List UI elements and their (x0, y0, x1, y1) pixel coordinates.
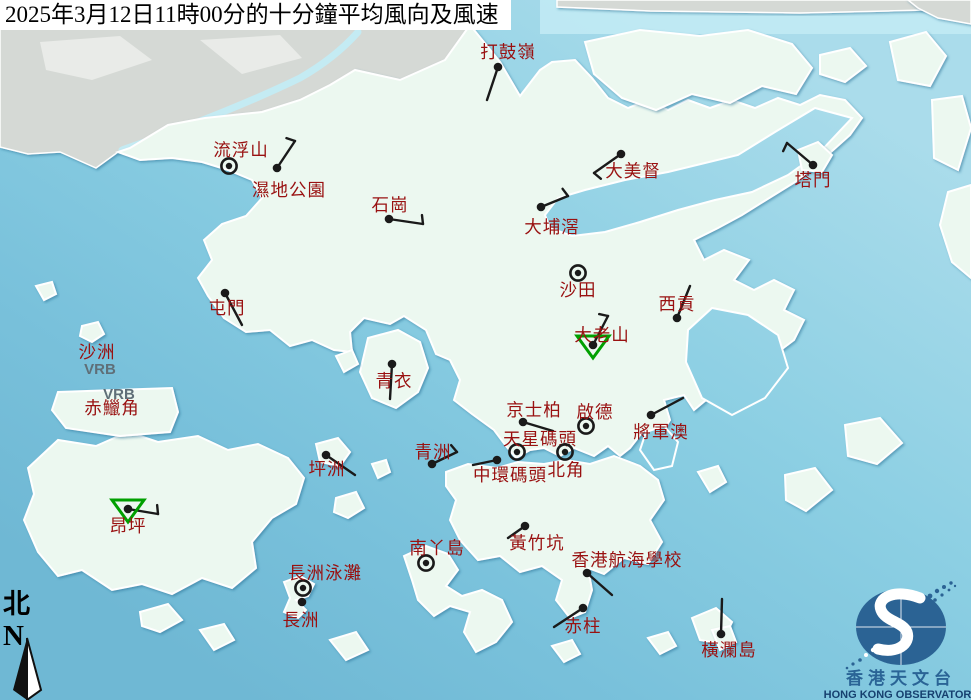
station-dot (583, 423, 589, 429)
station-dot (124, 505, 133, 514)
wind-barb-tick (422, 215, 423, 224)
station-label: 北角 (548, 460, 585, 480)
wind-barb-tick (157, 505, 158, 514)
station-label: 昂坪 (110, 516, 147, 536)
station-dot (647, 411, 656, 420)
station-label: 黃竹坑 (509, 533, 565, 553)
station-label: 啟德 (577, 402, 614, 422)
station-label: 大美督 (605, 161, 661, 181)
station-label: 長洲泳灘 (288, 563, 362, 583)
map-title: 2025年3月12日11時00分的十分鐘平均風向及風速 (0, 0, 511, 30)
station-dot (493, 456, 502, 465)
vrb-label: VRB (84, 361, 116, 378)
station-dot (298, 598, 307, 607)
station-dot (423, 560, 429, 566)
station-dot (514, 449, 520, 455)
station-沙洲[interactable]: 沙洲VRB (79, 342, 117, 378)
station-label: 打鼓嶺 (480, 42, 536, 62)
station-label: 沙洲 (79, 342, 116, 362)
station-dot (562, 449, 568, 455)
station-label: 橫瀾島 (701, 640, 757, 660)
station-dot (322, 451, 331, 460)
hko-name-zh: 香港天文台 (846, 668, 956, 688)
compass-zh-label: 北 (3, 589, 30, 619)
station-dot (273, 164, 282, 173)
station-label: 天星碼頭 (503, 429, 577, 449)
station-label: 沙田 (560, 280, 597, 300)
wind-map-page: 打鼓嶺流浮山濕地公園大美督塔門石崗大埔滘沙田西貢大老山屯門沙洲VRB赤鱲角VRB… (0, 0, 971, 700)
station-dot (385, 215, 394, 224)
station-dot (226, 163, 232, 169)
station-label: 青洲 (415, 442, 452, 462)
station-label: 西貢 (659, 294, 696, 314)
station-label: 大埔滘 (524, 217, 580, 237)
station-dot (388, 360, 397, 369)
station-dot (579, 604, 588, 613)
station-label: 青衣 (376, 371, 413, 391)
station-dot (521, 522, 530, 531)
station-dot (221, 289, 230, 298)
hk-wind-map: 打鼓嶺流浮山濕地公園大美督塔門石崗大埔滘沙田西貢大老山屯門沙洲VRB赤鱲角VRB… (0, 0, 971, 700)
station-label: 長洲 (283, 610, 320, 630)
station-label: 坪洲 (309, 459, 346, 479)
station-dot (717, 630, 726, 639)
station-dot (300, 585, 306, 591)
station-label: 京士柏 (506, 400, 562, 420)
station-label: 流浮山 (213, 140, 269, 160)
station-dot (575, 270, 581, 276)
station-dot (673, 314, 682, 323)
station-label: 香港航海學校 (572, 550, 683, 570)
station-label: 塔門 (795, 170, 832, 190)
station-label: 將軍澳 (633, 422, 689, 442)
wind-barb-shaft (721, 599, 722, 634)
station-label: 濕地公園 (252, 180, 326, 200)
station-dot (537, 203, 546, 212)
station-label: 石崗 (372, 195, 409, 215)
vrb-label: VRB (103, 386, 135, 403)
station-label: 赤柱 (565, 616, 602, 636)
station-dot (617, 150, 626, 159)
compass-n-label: N (3, 620, 24, 652)
station-label: 屯門 (209, 298, 246, 318)
station-dot (809, 161, 818, 170)
hko-name-en: HONG KONG OBSERVATORY (824, 689, 971, 700)
station-label: 南丫島 (409, 538, 465, 558)
station-label: 中環碼頭 (473, 465, 547, 485)
station-dot (494, 63, 503, 72)
station-label: 大老山 (574, 325, 630, 345)
